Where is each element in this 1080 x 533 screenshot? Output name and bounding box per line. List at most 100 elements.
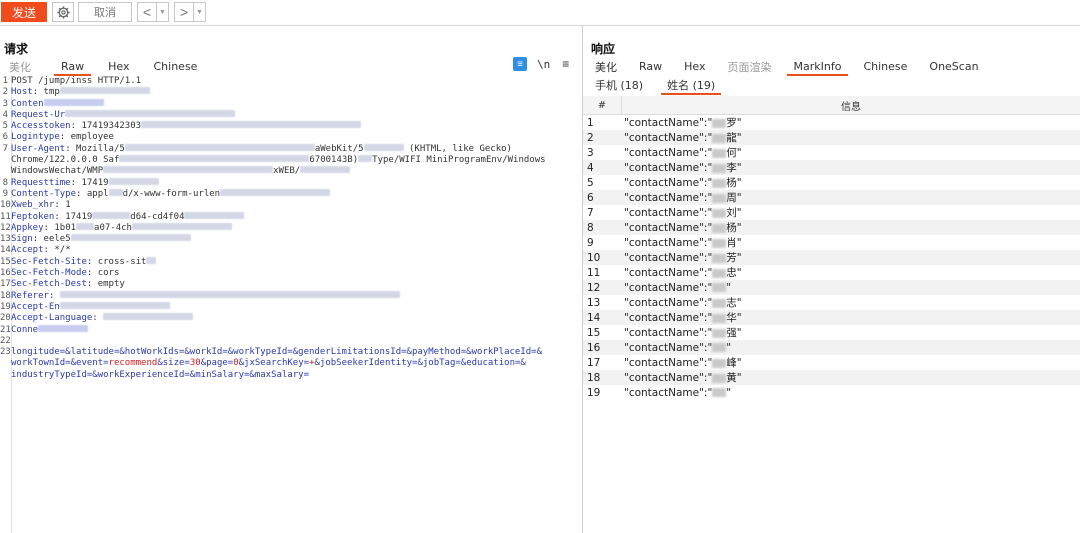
column-header-info[interactable]: 信息 <box>622 96 1080 114</box>
code-line: 9 Content-Type: appl d/x-www-form-urlen <box>0 188 582 200</box>
tab-markinfo[interactable]: MarkInfo <box>785 59 851 76</box>
row-number: 2 <box>587 131 594 144</box>
column-header-number[interactable]: # <box>583 96 622 114</box>
redaction-mask <box>712 313 727 323</box>
response-tabs: 美化 Raw Hex 页面渲染 MarkInfo Chinese OneScan <box>586 58 988 76</box>
tab-hex[interactable]: Hex <box>99 59 138 74</box>
code-line: 5 Accesstoken: 17419342303 <box>0 121 582 132</box>
row-number: 19 <box>587 386 601 399</box>
row-value: "contactName":" 龍" <box>624 132 742 144</box>
forward-nav: > ▼ <box>174 2 206 22</box>
redaction-mask <box>712 328 727 338</box>
code-line: 21 Conne <box>0 324 582 336</box>
request-tabs: 美化 Raw Hex Chinese <box>0 58 207 76</box>
back-nav: < ▼ <box>137 2 169 22</box>
table-row[interactable]: 19 "contactName":" " <box>583 385 1080 400</box>
subtab-name[interactable]: 姓名 (19) <box>655 77 727 95</box>
row-number: 4 <box>587 161 594 174</box>
code-line: 17 Sec-Fetch-Dest: empty <box>0 279 125 290</box>
row-value: "contactName":" 杨" <box>624 177 742 189</box>
row-number: 11 <box>587 266 601 279</box>
row-value: "contactName":" " <box>624 281 732 294</box>
table-row[interactable]: 14 "contactName":" 华" <box>583 310 1080 325</box>
row-number: 15 <box>587 326 601 339</box>
redaction-mask <box>712 163 727 173</box>
code-line: 7 User-Agent: Mozilla/5 aWebKit/5 (KHTML, … <box>2 143 512 154</box>
redaction-mask <box>712 238 727 248</box>
row-value: "contactName":" 强" <box>624 327 742 339</box>
settings-button[interactable] <box>52 2 74 22</box>
row-number: 9 <box>587 236 594 249</box>
code-line: 1 POST /jump/inss HTTP/1.1 <box>2 76 142 86</box>
tab-beautify[interactable]: 美化 <box>586 59 626 74</box>
cancel-button[interactable]: 取消 <box>78 2 132 22</box>
tab-chinese[interactable]: Chinese <box>854 59 916 74</box>
back-dropdown-icon[interactable]: ▼ <box>156 3 168 21</box>
row-number: 12 <box>587 281 601 294</box>
row-number: 10 <box>587 251 601 264</box>
forward-button[interactable]: > <box>175 3 193 21</box>
tab-raw[interactable]: Raw <box>630 59 671 74</box>
back-button[interactable]: < <box>138 3 156 21</box>
code-line: Chrome/122.0.0.0 Saf 6700143B) Type/WIFI M… <box>11 155 546 166</box>
redaction-mask <box>712 118 727 128</box>
row-value: "contactName":" 周" <box>624 192 742 204</box>
row-number: 7 <box>587 206 594 219</box>
code-line: workTownId=&event= recommend &size= 30 &page… <box>11 358 526 369</box>
table-row[interactable]: 1 "contactName":" 罗" <box>583 115 1080 130</box>
code-line: 4 Request-Ur <box>0 109 582 121</box>
send-button[interactable]: 发送 <box>1 2 47 22</box>
table-row[interactable]: 6 "contactName":" 周" <box>583 190 1080 205</box>
tab-chinese[interactable]: Chinese <box>145 59 207 74</box>
row-value: "contactName":" 何" <box>624 147 742 159</box>
table-row[interactable]: 17 "contactName":" 峰" <box>583 355 1080 370</box>
table-row[interactable]: 13 "contactName":" 志" <box>583 295 1080 310</box>
menu-icon[interactable]: ≡ <box>562 57 569 71</box>
row-value: "contactName":" " <box>624 341 732 354</box>
wrap-icon: ≡ <box>517 58 523 70</box>
table-row[interactable]: 18 "contactName":" 黄" <box>583 370 1080 385</box>
redaction-mask <box>712 223 727 233</box>
table-row[interactable]: 5 "contactName":" 杨" <box>583 175 1080 190</box>
table-row[interactable]: 7 "contactName":" 刘" <box>583 205 1080 220</box>
table-row[interactable]: 8 "contactName":" 杨" <box>583 220 1080 235</box>
subtab-phone[interactable]: 手机 (18) <box>583 77 655 93</box>
row-number: 14 <box>587 311 601 324</box>
redaction-mask <box>712 373 727 383</box>
newline-toggle-button[interactable]: \n <box>537 58 550 71</box>
row-value: "contactName":" 李" <box>624 162 742 174</box>
table-row[interactable]: 3 "contactName":" 何" <box>583 145 1080 160</box>
table-row[interactable]: 4 "contactName":" 李" <box>583 160 1080 175</box>
table-row[interactable]: 12 "contactName":" " <box>583 280 1080 295</box>
results-table: 1 "contactName":" 罗" 2 "contactName":" 龍" 3 "co… <box>583 115 1080 400</box>
redaction-mask <box>712 358 727 368</box>
wrap-toggle-button[interactable]: ≡ <box>513 57 527 71</box>
code-line: 18 Referer: <box>0 290 582 302</box>
row-value: "contactName":" " <box>624 386 732 399</box>
table-row[interactable]: 16 "contactName":" " <box>583 340 1080 355</box>
table-row[interactable]: 15 "contactName":" 强" <box>583 325 1080 340</box>
tab-hex[interactable]: Hex <box>675 59 714 74</box>
row-number: 18 <box>587 371 601 384</box>
row-value: "contactName":" 忠" <box>624 267 742 279</box>
redaction-mask <box>712 298 727 308</box>
tab-raw[interactable]: Raw <box>52 59 93 76</box>
table-row[interactable]: 2 "contactName":" 龍" <box>583 130 1080 145</box>
tab-onescan[interactable]: OneScan <box>920 59 987 74</box>
request-editor[interactable]: 1 POST /jump/inss HTTP/1.1 2 Host: tmp 3 Co… <box>0 76 582 381</box>
table-row[interactable]: 9 "contactName":" 肖" <box>583 235 1080 250</box>
editor-tools: ≡ \n ≡ <box>513 57 569 71</box>
tab-beautify[interactable]: 美化 <box>0 59 40 74</box>
code-line: 3 Conten <box>0 98 582 110</box>
tab-render[interactable]: 页面渲染 <box>719 59 781 74</box>
forward-dropdown-icon[interactable]: ▼ <box>193 3 205 21</box>
code-line: 19 Accept-En <box>0 301 582 313</box>
code-line: WindowsWechat/WMP xWEB/ <box>0 166 582 177</box>
code-line: 6 Logintype: employee <box>2 132 114 143</box>
table-row[interactable]: 11 "contactName":" 忠" <box>583 265 1080 280</box>
row-value: "contactName":" 刘" <box>624 207 742 219</box>
table-row[interactable]: 10 "contactName":" 芳" <box>583 250 1080 265</box>
redaction-mask <box>712 253 727 263</box>
row-number: 3 <box>587 146 594 159</box>
toolbar: 发送 取消 < ▼ > ▼ <box>0 0 1080 24</box>
